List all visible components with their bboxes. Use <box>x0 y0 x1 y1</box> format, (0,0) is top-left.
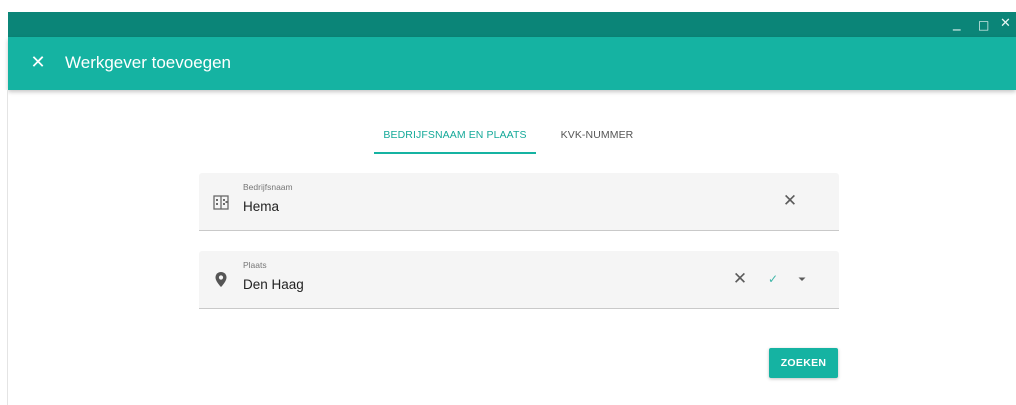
city-label: Plaats <box>243 260 267 270</box>
minimize-icon[interactable]: _ <box>953 14 961 30</box>
dropdown-arrow-icon[interactable] <box>794 271 810 287</box>
page-title: Werkgever toevoegen <box>65 53 232 72</box>
search-button[interactable]: ZOEKEN <box>769 348 838 378</box>
close-icon[interactable]: ✕ <box>26 51 50 75</box>
city-field[interactable]: Plaats Den Haag ✕ ✓ <box>199 251 839 309</box>
clear-company-icon[interactable]: ✕ <box>779 190 801 212</box>
city-input[interactable]: Den Haag <box>243 277 304 292</box>
left-panel-edge <box>0 90 8 405</box>
location-pin-icon <box>215 272 227 287</box>
clear-city-icon[interactable]: ✕ <box>729 268 751 290</box>
company-name-field[interactable]: Bedrijfsnaam Hema ✕ <box>199 173 839 231</box>
tab-bar: BEDRIJFSNAAM EN PLAATS KVK-NUMMER <box>374 122 664 154</box>
app-bar: ✕ Werkgever toevoegen <box>8 37 1016 90</box>
building-icon <box>213 195 229 210</box>
check-icon: ✓ <box>767 272 779 286</box>
company-name-label: Bedrijfsnaam <box>243 182 293 192</box>
tab-kvk-number[interactable]: KVK-NUMMER <box>552 122 642 154</box>
window-close-icon[interactable]: ✕ <box>1000 16 1011 32</box>
tab-company-and-city[interactable]: BEDRIJFSNAAM EN PLAATS <box>374 122 536 154</box>
maximize-icon[interactable]: □ <box>978 17 989 33</box>
company-name-input[interactable]: Hema <box>243 199 279 214</box>
window-titlebar: _ □ ✕ <box>8 12 1016 37</box>
app-window: _ □ ✕ ✕ Werkgever toevoegen BEDRIJFSNAAM… <box>0 0 1016 405</box>
